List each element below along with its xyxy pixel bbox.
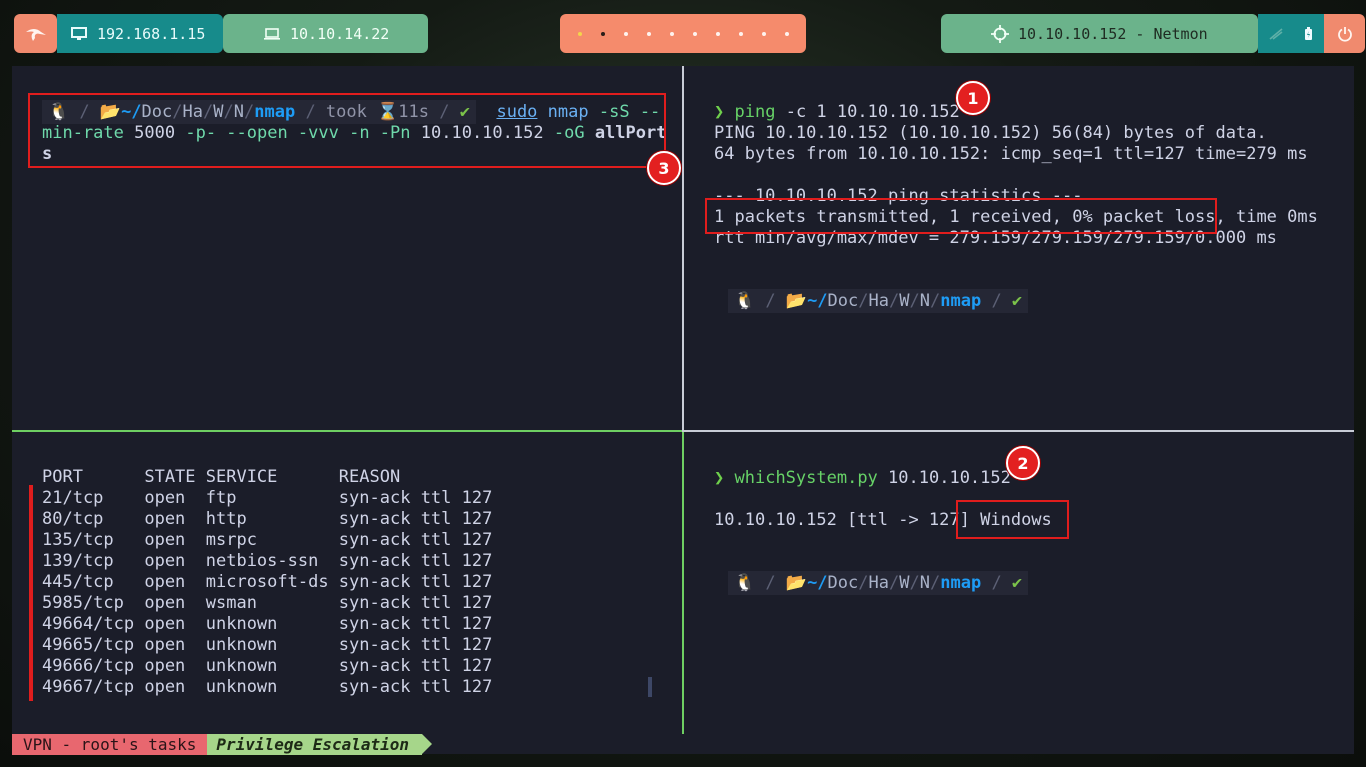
nmap-table-header: PORT STATE SERVICE REASON [42,467,401,487]
target-indicator: 10.10.10.152 - Netmon [941,14,1258,53]
success-check-icon: ✔ [1011,291,1023,311]
crosshair-icon [991,24,1009,43]
nmap-port-row: 80/tcp open http syn-ack ttl 127 [42,509,493,529]
power-button[interactable] [1324,14,1365,53]
bottom-right-prompt-line: 🐧 / 📂~/Doc/Ha/W/N/nmap / ✔ [728,571,1029,595]
annotation-bar-ports [29,485,33,701]
monitor-icon [71,26,87,40]
tmux-status-bar: VPN - root's tasks Privilege Escalation [12,734,433,755]
vpn-ip-text: 10.10.14.22 [290,24,390,43]
workspace-dot-7[interactable] [715,31,720,36]
pane-divider-horizontal-active[interactable] [12,430,682,432]
ping-output-line: PING 10.10.10.152 (10.10.10.152) 56(84) … [714,123,1267,143]
workspace-dot-10[interactable] [784,31,789,36]
workspace-dot-5[interactable] [669,31,674,36]
prompt-segment: 🐧 / 📂~/Doc/Ha/W/N/nmap / ✔ [728,289,1029,313]
nmap-port-row: 445/tcp open microsoft-ds syn-ack ttl 12… [42,572,493,592]
workspace-dot-8[interactable] [738,31,743,36]
pane-divider-vertical-active[interactable] [682,432,684,734]
status-arrow-tip [422,734,433,754]
workspace-dot-1[interactable] [577,31,582,36]
vpn-ip-indicator: 10.10.14.22 [223,14,428,53]
workspace-dot-4[interactable] [646,31,651,36]
nmap-port-row: 5985/tcp open wsman syn-ack ttl 127 [42,593,493,613]
tmux-session-label[interactable]: VPN - root's tasks [12,734,208,755]
folder-icon: 📂 [785,573,808,593]
workspace-dot-3[interactable] [623,31,628,36]
linux-icon: 🐧 [734,291,756,311]
laptop-icon [264,27,280,40]
host-ip-text: 192.168.1.15 [97,24,206,43]
nmap-port-row: 21/tcp open ftp syn-ack ttl 127 [42,488,493,508]
tmux-window-label[interactable]: Privilege Escalation [207,734,423,755]
workspace-switcher[interactable] [560,14,806,53]
nmap-port-row: 49664/tcp open unknown syn-ack ttl 127 [42,614,493,634]
annotation-badge-1: 1 [956,81,990,115]
nmap-port-row: 135/tcp open msrpc syn-ack ttl 127 [42,530,493,550]
battery-icon [1305,26,1313,40]
kali-dragon-icon [25,28,46,41]
network-icon [1269,27,1283,40]
target-text: 10.10.10.152 - Netmon [1018,24,1208,43]
annotation-box-ping-result [705,198,1217,234]
folder-icon: 📂 [785,291,808,311]
nmap-port-row: 49666/tcp open unknown syn-ack ttl 127 [42,656,493,676]
success-check-icon: ✔ [1011,573,1023,593]
host-ip-indicator: 192.168.1.15 [57,14,223,53]
ping-command-line: ❯ ping -c 1 10.10.10.152 [714,102,960,122]
pane-divider-horizontal[interactable] [684,430,1354,432]
nmap-port-row: 49667/tcp open unknown syn-ack ttl 127 [42,677,493,697]
annotation-box-os-result [956,500,1069,539]
prompt-segment: 🐧 / 📂~/Doc/Ha/W/N/nmap / ✔ [728,571,1029,595]
ping-output-line: 64 bytes from 10.10.10.152: icmp_seq=1 t… [714,144,1308,164]
power-icon [1337,26,1352,42]
annotation-box-nmap-command [28,93,666,168]
workspace-dot-9[interactable] [761,31,766,36]
prompt-arrow-icon: ❯ [714,102,725,122]
workspace-dot-2[interactable] [600,31,605,36]
kali-menu-button[interactable] [14,14,57,53]
nmap-port-row: 49665/tcp open unknown syn-ack ttl 127 [42,635,493,655]
nmap-port-row: 139/tcp open netbios-ssn syn-ack ttl 127 [42,551,493,571]
workspace-dot-6[interactable] [692,31,697,36]
whichsystem-command-line: ❯ whichSystem.py 10.10.10.152 [714,468,1011,488]
system-tray[interactable] [1258,14,1324,53]
terminal-cursor [648,677,652,697]
linux-icon: 🐧 [734,573,756,593]
prompt-arrow-icon: ❯ [714,468,725,488]
pane-divider-vertical[interactable] [682,66,684,432]
annotation-badge-3: 3 [647,151,681,185]
top-right-prompt-line: 🐧 / 📂~/Doc/Ha/W/N/nmap / ✔ [728,289,1029,313]
annotation-badge-2: 2 [1006,446,1040,480]
